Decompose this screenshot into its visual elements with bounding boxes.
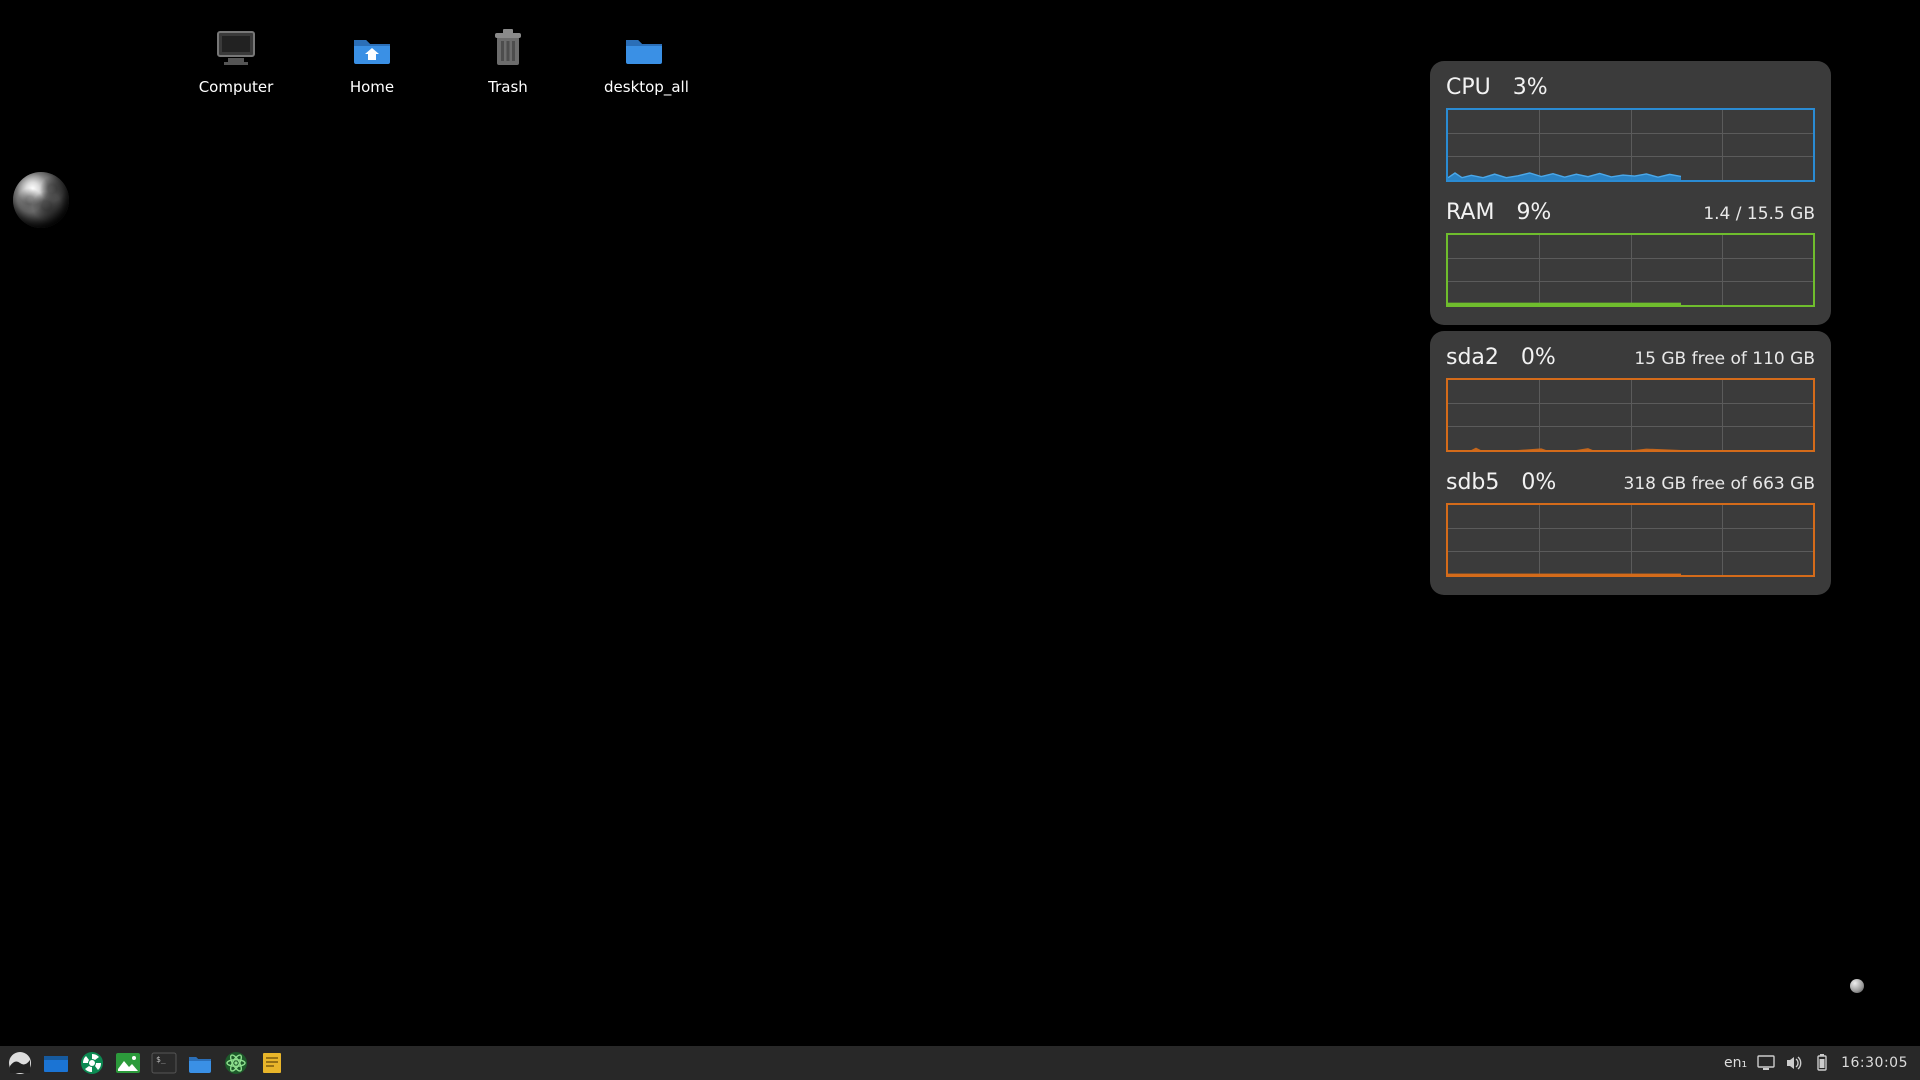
app-shutter-launcher[interactable] bbox=[78, 1049, 106, 1077]
folder-icon bbox=[622, 26, 666, 70]
start-menu-button[interactable] bbox=[6, 1049, 34, 1077]
sdb5-graph bbox=[1446, 503, 1815, 577]
cpu-graph bbox=[1446, 108, 1815, 182]
desktop-icon-computer[interactable]: Computer bbox=[196, 26, 276, 96]
taskbar-right: en₁ 16:30:05 bbox=[1724, 1054, 1920, 1072]
sdb5-detail: 318 GB free of 663 GB bbox=[1624, 474, 1816, 494]
cpu-label: CPU bbox=[1446, 75, 1491, 100]
ram-label: RAM bbox=[1446, 200, 1494, 225]
volume-tray-icon[interactable] bbox=[1785, 1054, 1803, 1072]
sda2-percent: 0% bbox=[1521, 345, 1556, 370]
battery-tray-icon[interactable] bbox=[1813, 1054, 1831, 1072]
display-tray-icon[interactable] bbox=[1757, 1054, 1775, 1072]
desktop-icon-home[interactable]: Home bbox=[332, 26, 412, 96]
desktop-icon-label: Home bbox=[332, 78, 412, 96]
taskbar: $_ bbox=[0, 1046, 1920, 1080]
sda2-header: sda2 0% 15 GB free of 110 GB bbox=[1446, 345, 1815, 370]
cpu-header: CPU 3% bbox=[1446, 75, 1815, 100]
sdb5-header: sdb5 0% 318 GB free of 663 GB bbox=[1446, 470, 1815, 495]
ram-detail: 1.4 / 15.5 GB bbox=[1703, 204, 1815, 224]
folder-home-icon bbox=[350, 26, 394, 70]
ram-graph bbox=[1446, 233, 1815, 307]
sda2-graph bbox=[1446, 378, 1815, 452]
desktop-icon-label: Trash bbox=[468, 78, 548, 96]
desktop-icon-label: desktop_all bbox=[604, 78, 684, 96]
ram-percent: 9% bbox=[1516, 200, 1551, 225]
show-desktop-button[interactable] bbox=[42, 1049, 70, 1077]
app-image-launcher[interactable] bbox=[114, 1049, 142, 1077]
system-monitor-widget: CPU 3% RAM 9% 1.4 / 15.5 GB bbox=[1430, 61, 1831, 601]
svg-text:$_: $_ bbox=[156, 1055, 166, 1064]
sdb5-percent: 0% bbox=[1521, 470, 1556, 495]
taskbar-left: $_ bbox=[0, 1049, 286, 1077]
monitor-icon bbox=[214, 26, 258, 70]
keyboard-layout-indicator[interactable]: en₁ bbox=[1724, 1055, 1747, 1071]
sda2-detail: 15 GB free of 110 GB bbox=[1634, 349, 1815, 369]
desktop-icon-trash[interactable]: Trash bbox=[468, 26, 548, 96]
sdb5-label: sdb5 bbox=[1446, 470, 1499, 495]
monitor-panel-disks: sda2 0% 15 GB free of 110 GB sdb5 0% 318… bbox=[1430, 331, 1831, 595]
app-atom-launcher[interactable] bbox=[222, 1049, 250, 1077]
monitor-panel-cpu-ram: CPU 3% RAM 9% 1.4 / 15.5 GB bbox=[1430, 61, 1831, 325]
sda2-label: sda2 bbox=[1446, 345, 1499, 370]
cpu-percent: 3% bbox=[1513, 75, 1548, 100]
app-files-launcher[interactable] bbox=[186, 1049, 214, 1077]
trash-icon bbox=[486, 26, 530, 70]
desktop-icons: Computer Home Trash bbox=[196, 26, 684, 96]
earth-globe-widget[interactable] bbox=[13, 172, 69, 228]
ram-header: RAM 9% 1.4 / 15.5 GB bbox=[1446, 200, 1815, 225]
clock[interactable]: 16:30:05 bbox=[1841, 1055, 1908, 1071]
app-terminal-launcher[interactable]: $_ bbox=[150, 1049, 178, 1077]
desktop-icon-desktop-all[interactable]: desktop_all bbox=[604, 26, 684, 96]
desktop-icon-label: Computer bbox=[196, 78, 276, 96]
app-notes-launcher[interactable] bbox=[258, 1049, 286, 1077]
moon-dot bbox=[1850, 979, 1864, 993]
